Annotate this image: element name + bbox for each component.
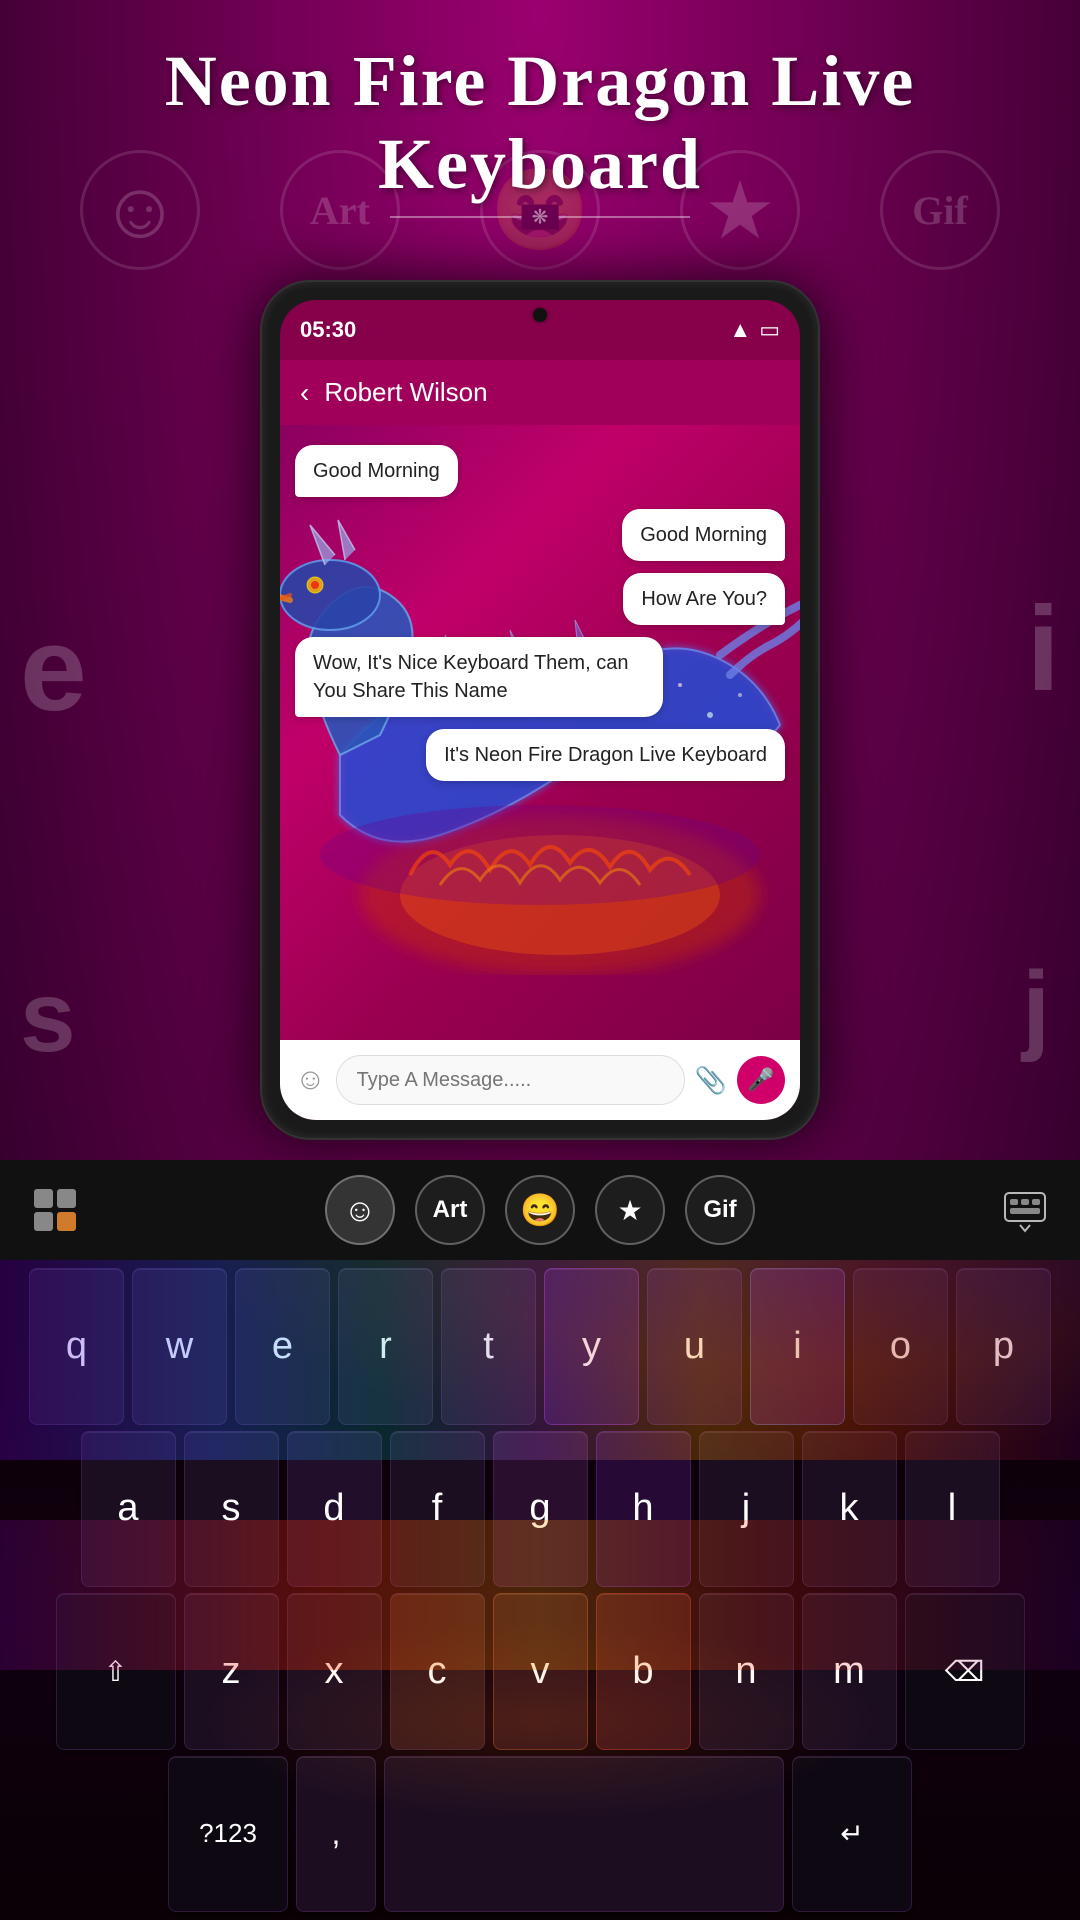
- toolbar-emojis: ☺ Art 😄 ★ Gif: [90, 1175, 990, 1245]
- key-p[interactable]: p: [956, 1268, 1051, 1425]
- message-input[interactable]: [336, 1055, 685, 1105]
- toolbar-gif-btn[interactable]: Gif: [685, 1175, 755, 1245]
- app-title: Neon Fire Dragon Live Keyboard: [20, 40, 1060, 206]
- key-shift[interactable]: ⇧: [56, 1593, 176, 1750]
- bg-letter-i: i: [1027, 580, 1060, 718]
- status-icons: ▲ ▭: [729, 317, 780, 343]
- key-row-4: ?123 , ↵: [10, 1756, 1070, 1913]
- message-5: It's Neon Fire Dragon Live Keyboard: [426, 729, 785, 781]
- message-4: Wow, It's Nice Keyboard Them, can You Sh…: [295, 637, 663, 717]
- keyboard-toolbar: ☺ Art 😄 ★ Gif: [0, 1160, 1080, 1260]
- phone-container: 05:30 ▲ ▭ ‹ Robert Wilson: [260, 280, 820, 1140]
- key-q[interactable]: q: [29, 1268, 124, 1425]
- emoji-chat-icon[interactable]: ☺: [295, 1063, 326, 1097]
- battery-icon: ▭: [759, 317, 780, 343]
- phone-time: 05:30: [300, 317, 356, 343]
- key-x[interactable]: x: [287, 1593, 382, 1750]
- title-area: Neon Fire Dragon Live Keyboard: [0, 0, 1080, 248]
- message-2: Good Morning: [622, 509, 785, 561]
- key-b[interactable]: b: [596, 1593, 691, 1750]
- toolbar-emoji-btn[interactable]: ☺: [325, 1175, 395, 1245]
- keyboard-hide-button[interactable]: [990, 1175, 1060, 1245]
- keyboard-area: ☺ Art 😄 ★ Gif q: [0, 1160, 1080, 1920]
- phone-camera: [533, 308, 547, 322]
- key-numbers[interactable]: ?123: [168, 1756, 288, 1913]
- key-i[interactable]: i: [750, 1268, 845, 1425]
- key-e[interactable]: e: [235, 1268, 330, 1425]
- key-n[interactable]: n: [699, 1593, 794, 1750]
- key-d[interactable]: d: [287, 1431, 382, 1588]
- contact-name: Robert Wilson: [324, 377, 487, 408]
- key-z[interactable]: z: [184, 1593, 279, 1750]
- bg-letter-s: s: [20, 960, 76, 1075]
- key-r[interactable]: r: [338, 1268, 433, 1425]
- key-space[interactable]: [384, 1756, 784, 1913]
- key-f[interactable]: f: [390, 1431, 485, 1588]
- key-backspace[interactable]: ⌫: [905, 1593, 1025, 1750]
- toolbar-left: [20, 1175, 90, 1245]
- hide-keyboard-icon: [1000, 1185, 1050, 1235]
- grid-dot-4: [57, 1212, 76, 1231]
- key-o[interactable]: o: [853, 1268, 948, 1425]
- mic-button[interactable]: 🎤: [737, 1056, 785, 1104]
- key-row-1: q w e r t y u i o p: [10, 1268, 1070, 1425]
- grid-dot-3: [34, 1212, 53, 1231]
- key-a[interactable]: a: [81, 1431, 176, 1588]
- toolbar-star-btn[interactable]: ★: [595, 1175, 665, 1245]
- phone-screen: 05:30 ▲ ▭ ‹ Robert Wilson: [280, 300, 800, 1120]
- key-k[interactable]: k: [802, 1431, 897, 1588]
- key-h[interactable]: h: [596, 1431, 691, 1588]
- keyboard-grid-icon[interactable]: [20, 1175, 90, 1245]
- key-w[interactable]: w: [132, 1268, 227, 1425]
- toolbar-art-btn[interactable]: Art: [415, 1175, 485, 1245]
- back-button[interactable]: ‹: [300, 377, 309, 409]
- key-comma[interactable]: ,: [296, 1756, 376, 1913]
- chat-input-bar: ☺ 📎 🎤: [280, 1040, 800, 1120]
- key-g[interactable]: g: [493, 1431, 588, 1588]
- title-divider: [390, 216, 690, 218]
- toolbar-laugh-btn[interactable]: 😄: [505, 1175, 575, 1245]
- chat-area: Good Morning Good Morning How Are You? W…: [280, 425, 800, 1040]
- key-j[interactable]: j: [699, 1431, 794, 1588]
- key-row-2: a s d f g h j k l: [10, 1431, 1070, 1588]
- key-row-3: ⇧ z x c v b n m ⌫: [10, 1593, 1070, 1750]
- chat-bubbles: Good Morning Good Morning How Are You? W…: [280, 425, 800, 1040]
- attach-icon[interactable]: 📎: [695, 1065, 727, 1096]
- grid-dots: [34, 1189, 76, 1231]
- keyboard-keys: q w e r t y u i o p a s d f g h j k l ⇧ …: [0, 1260, 1080, 1920]
- phone-frame: 05:30 ▲ ▭ ‹ Robert Wilson: [260, 280, 820, 1140]
- grid-dot-1: [34, 1189, 53, 1208]
- grid-dot-2: [57, 1189, 76, 1208]
- key-u[interactable]: u: [647, 1268, 742, 1425]
- key-y[interactable]: y: [544, 1268, 639, 1425]
- key-c[interactable]: c: [390, 1593, 485, 1750]
- bg-letter-j: j: [1022, 950, 1050, 1065]
- message-1: Good Morning: [295, 445, 458, 497]
- wifi-icon: ▲: [729, 317, 751, 343]
- message-3: How Are You?: [623, 573, 785, 625]
- key-l[interactable]: l: [905, 1431, 1000, 1588]
- key-enter[interactable]: ↵: [792, 1756, 912, 1913]
- chat-header: ‹ Robert Wilson: [280, 360, 800, 425]
- key-s[interactable]: s: [184, 1431, 279, 1588]
- key-v[interactable]: v: [493, 1593, 588, 1750]
- bg-letter-e: e: [20, 600, 87, 738]
- key-t[interactable]: t: [441, 1268, 536, 1425]
- key-m[interactable]: m: [802, 1593, 897, 1750]
